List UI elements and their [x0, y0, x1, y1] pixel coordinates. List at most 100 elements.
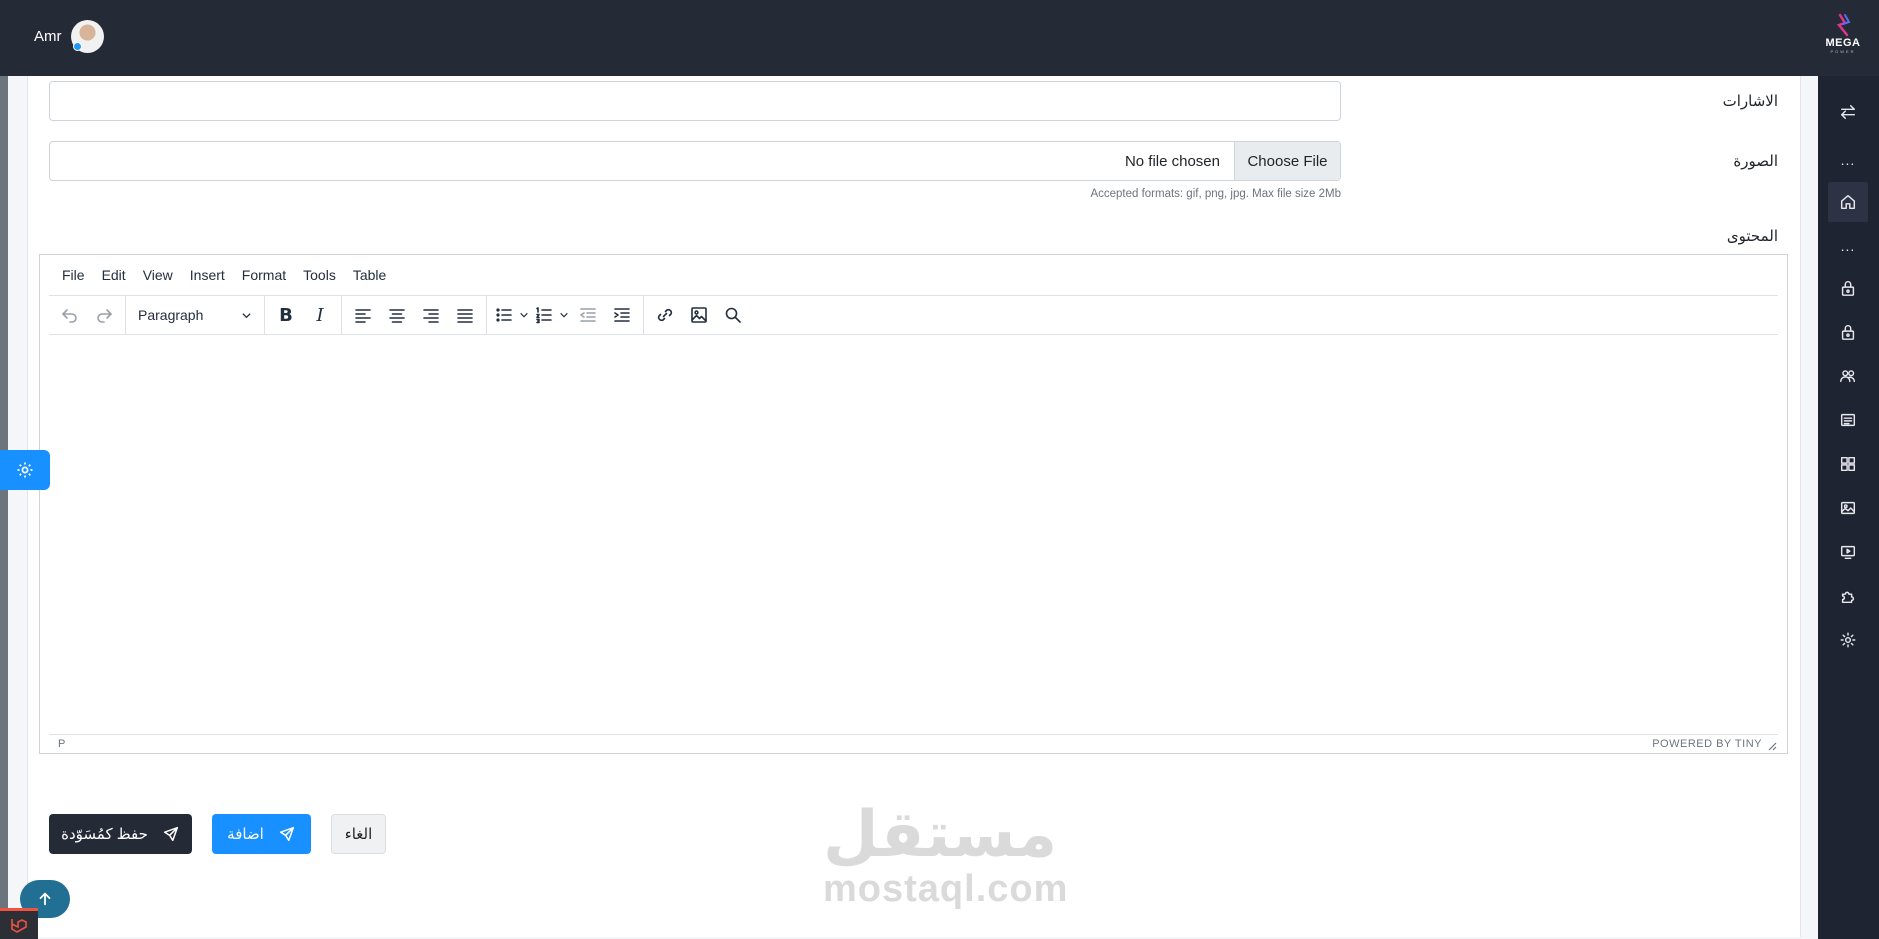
user-name: Amr — [34, 28, 62, 45]
content-label: المحتوى — [1726, 228, 1778, 245]
chevron-down-icon — [242, 312, 251, 318]
menu-tools[interactable]: Tools — [303, 267, 336, 283]
sidebar-item-users[interactable] — [1828, 356, 1868, 396]
gear-icon — [17, 462, 33, 478]
insert-image-button[interactable] — [682, 298, 716, 332]
lock-icon — [1841, 281, 1855, 296]
avatar[interactable] — [70, 20, 104, 53]
sidebar-item-permissions[interactable] — [1828, 268, 1868, 308]
tags-input[interactable] — [49, 81, 1341, 121]
send-icon — [163, 826, 178, 842]
align-justify-button[interactable] — [448, 298, 482, 332]
watermark: مستقل mostaql.com — [823, 798, 1067, 908]
add-label: اضافة — [227, 826, 264, 843]
brand-logo[interactable]: MEGA POWER — [1821, 12, 1865, 62]
align-center-button[interactable] — [380, 298, 414, 332]
sidebar-item-gallery[interactable] — [1828, 488, 1868, 528]
menu-table[interactable]: Table — [353, 267, 386, 283]
align-center-icon — [389, 309, 405, 323]
sidebar: ... ... — [1818, 76, 1879, 939]
home-icon — [1840, 194, 1856, 210]
numbered-list-icon — [536, 307, 552, 324]
redo-icon — [97, 309, 112, 323]
sidebar-item-plugins[interactable] — [1828, 576, 1868, 616]
video-icon — [1840, 545, 1856, 560]
theme-settings-button[interactable] — [0, 450, 50, 490]
image-label: الصورة — [1733, 153, 1778, 170]
send-icon — [279, 826, 294, 842]
users-icon — [1840, 370, 1856, 383]
sidebar-item-posts[interactable] — [1828, 400, 1868, 440]
image-icon — [691, 307, 707, 323]
align-right-icon — [423, 309, 439, 323]
cancel-button[interactable]: الغاء — [331, 814, 386, 854]
bullet-list-dropdown[interactable] — [517, 298, 531, 332]
powered-by-link[interactable]: POWERED BY TINY — [1652, 738, 1762, 750]
editor-toolbar: Paragraph B I — [49, 295, 1778, 335]
sidebar-section-dots: ... — [1828, 226, 1868, 266]
menu-edit[interactable]: Edit — [102, 267, 126, 283]
puzzle-icon — [1841, 591, 1855, 604]
watermark-arabic: مستقل — [823, 798, 1058, 872]
italic-button[interactable]: I — [303, 298, 337, 332]
italic-icon: I — [316, 304, 324, 326]
chevron-down-icon — [560, 312, 568, 318]
block-format-select[interactable]: Paragraph — [130, 298, 260, 332]
redo-button[interactable] — [87, 298, 121, 332]
menu-view[interactable]: View — [143, 267, 173, 283]
save-draft-button[interactable]: حفظ كمُسَوّدة — [49, 814, 192, 854]
outdent-icon — [580, 308, 596, 322]
sidebar-toggle[interactable] — [1828, 92, 1868, 132]
gear-icon — [1840, 632, 1856, 648]
sidebar-item-roles[interactable] — [1828, 312, 1868, 352]
grid-icon — [1840, 456, 1856, 472]
swap-arrows-icon — [1840, 104, 1856, 120]
menu-format[interactable]: Format — [242, 267, 286, 283]
image-file-input[interactable]: Choose File No file chosen — [49, 141, 1341, 181]
search-icon — [725, 307, 741, 323]
align-right-button[interactable] — [414, 298, 448, 332]
cancel-label: الغاء — [344, 826, 373, 843]
sidebar-item-home[interactable] — [1828, 182, 1868, 222]
search-replace-button[interactable] — [716, 298, 750, 332]
laravel-logo-icon — [11, 919, 27, 933]
indent-button[interactable] — [605, 298, 639, 332]
bullet-list-icon — [496, 308, 512, 322]
left-edge-strip — [0, 76, 8, 939]
file-status-text: No file chosen — [1124, 153, 1220, 170]
block-format-value: Paragraph — [138, 307, 204, 323]
history-group — [49, 296, 126, 334]
element-path[interactable]: P — [58, 738, 65, 750]
resize-handle-icon[interactable] — [1767, 741, 1777, 751]
user-menu[interactable]: Amr — [34, 20, 104, 53]
outdent-button[interactable] — [571, 298, 605, 332]
top-bar: Amr MEGA POWER — [0, 0, 1879, 76]
brand-mark-icon — [1836, 13, 1851, 37]
link-button[interactable] — [648, 298, 682, 332]
text-style-group: B I — [265, 296, 342, 334]
choose-file-button[interactable]: Choose File — [1234, 142, 1340, 180]
numbered-list-button[interactable] — [531, 298, 557, 332]
sidebar-item-categories[interactable] — [1828, 444, 1868, 484]
bullet-list-button[interactable] — [491, 298, 517, 332]
save-draft-label: حفظ كمُسَوّدة — [61, 826, 148, 843]
bold-button[interactable]: B — [269, 298, 303, 332]
undo-button[interactable] — [53, 298, 87, 332]
image-icon — [1840, 501, 1856, 515]
menu-file[interactable]: File — [62, 267, 85, 283]
align-left-icon — [355, 309, 371, 323]
list-group — [487, 296, 644, 334]
arrow-up-icon — [39, 892, 51, 906]
sidebar-item-videos[interactable] — [1828, 532, 1868, 572]
numbered-list-dropdown[interactable] — [557, 298, 571, 332]
debugbar-toggle[interactable] — [0, 908, 38, 939]
online-status-dot — [72, 42, 82, 51]
file-format-hint: Accepted formats: gif, png, jpg. Max fil… — [1090, 188, 1341, 200]
menu-insert[interactable]: Insert — [190, 267, 225, 283]
align-justify-icon — [457, 309, 473, 323]
align-left-button[interactable] — [346, 298, 380, 332]
editor-content-area[interactable] — [49, 337, 1778, 733]
editor-statusbar: P POWERED BY TINY — [49, 734, 1778, 752]
add-button[interactable]: اضافة — [212, 814, 311, 854]
sidebar-item-settings[interactable] — [1828, 620, 1868, 660]
